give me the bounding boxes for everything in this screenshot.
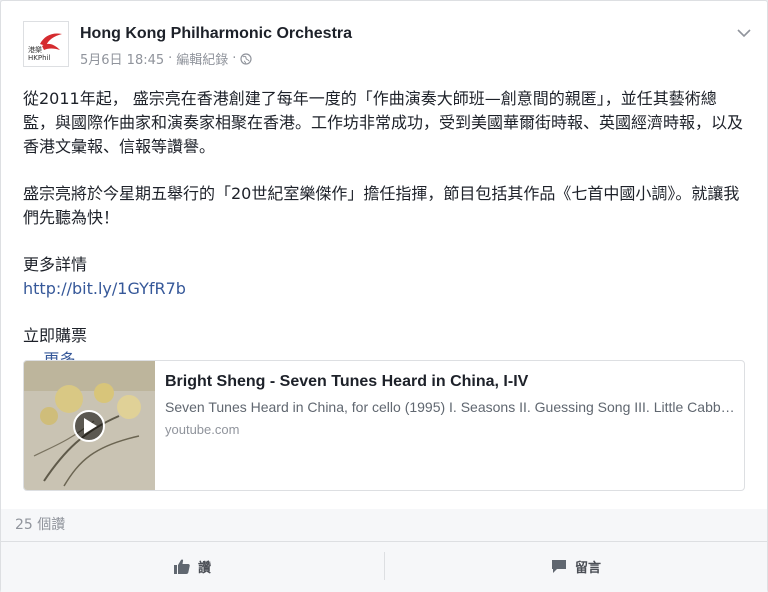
share-description: Seven Tunes Heard in China, for cello (1…: [165, 399, 735, 415]
like-button[interactable]: 讚: [1, 542, 384, 590]
comment-icon: [551, 559, 566, 573]
meta-separator: ·: [232, 51, 237, 66]
chevron-down-icon[interactable]: [737, 28, 751, 38]
comment-label: 留言: [574, 560, 601, 576]
hkphil-logo: 港樂 HKPhil: [28, 33, 62, 62]
page-name-link[interactable]: Hong Kong Philharmonic Orchestra: [80, 25, 352, 43]
avatar-text-cn: 港樂: [28, 45, 42, 54]
buy-tickets-label: 立即購票: [23, 326, 88, 345]
meta-separator: ·: [168, 51, 173, 66]
post-paragraph-1: 從2011年起， 盛宗亮在香港創建了每年一度的「作曲演奏大師班—創意間的親匿」，…: [23, 89, 744, 156]
edit-history-link[interactable]: 編輯紀錄: [176, 49, 228, 68]
like-label: 讚: [197, 560, 211, 576]
thumbs-up-icon: [173, 558, 190, 574]
comment-button[interactable]: 留言: [385, 542, 767, 590]
post-link[interactable]: http://bit.ly/1GYfR7b: [23, 279, 186, 298]
more-details-label: 更多詳情: [23, 255, 88, 274]
post-body: 從2011年起， 盛宗亮在香港創建了每年一度的「作曲演奏大師班—創意間的親匿」，…: [23, 87, 747, 372]
globe-icon[interactable]: [240, 52, 253, 65]
page-avatar[interactable]: 港樂 HKPhil: [23, 21, 69, 67]
link-preview-card[interactable]: Bright Sheng - Seven Tunes Heard in Chin…: [23, 360, 745, 491]
post-paragraph-2: 盛宗亮將於今星期五舉行的「20世紀室樂傑作」擔任指揮，節目包括其作品《七首中國小…: [23, 184, 740, 227]
video-thumbnail[interactable]: [24, 361, 155, 491]
action-bar: 讚 留言: [1, 541, 767, 592]
post-card: 港樂 HKPhil Hong Kong Philharmonic Orchest…: [0, 0, 768, 592]
avatar-text-en: HKPhil: [28, 54, 50, 62]
share-title[interactable]: Bright Sheng - Seven Tunes Heard in Chin…: [165, 373, 528, 391]
share-domain: youtube.com: [165, 422, 240, 437]
likes-bar: 25 個讚: [1, 509, 767, 541]
post-meta: 5月6日 18:45 · 編輯紀錄 ·: [80, 49, 253, 68]
post-timestamp[interactable]: 5月6日 18:45: [80, 49, 164, 68]
likes-count[interactable]: 25 個讚: [15, 514, 65, 534]
